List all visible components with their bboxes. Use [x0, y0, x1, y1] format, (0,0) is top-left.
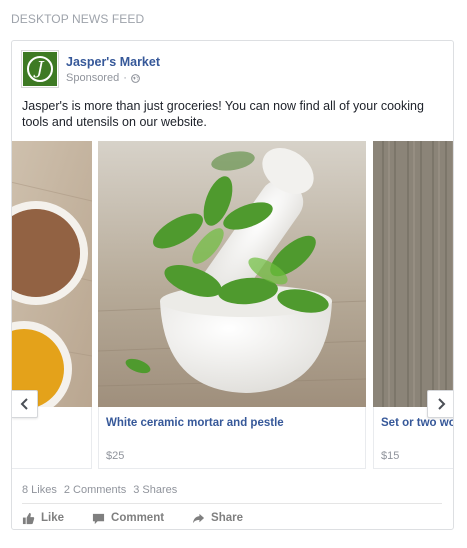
post-text: Jasper's is more than just groceries! Yo…	[22, 99, 424, 129]
share-arrow-icon	[192, 513, 205, 523]
divider	[22, 503, 442, 504]
avatar-letter: J	[27, 56, 53, 82]
thumbs-up-icon	[22, 512, 35, 524]
carousel-card-price: $25	[106, 450, 125, 462]
carousel-card-title[interactable]: Set or two wo	[381, 417, 453, 429]
page-avatar[interactable]: J	[22, 51, 58, 87]
meta-separator: ·	[123, 72, 127, 84]
share-button[interactable]: Share	[192, 510, 243, 526]
page-name-link[interactable]: Jasper's Market	[66, 55, 160, 69]
comment-icon	[92, 513, 105, 524]
carousel-card-title[interactable]: White ceramic mortar and pestle	[106, 417, 284, 429]
comment-label: Comment	[111, 512, 165, 524]
like-label: Like	[41, 512, 65, 524]
carousel-next-button[interactable]	[427, 390, 453, 418]
shares-count[interactable]: 3 Shares	[133, 484, 177, 496]
comment-button[interactable]: Comment	[92, 510, 164, 526]
carousel-card-previous[interactable]	[12, 141, 92, 469]
post-meta: Sponsored ·	[66, 72, 140, 84]
share-label: Share	[211, 512, 244, 524]
chevron-left-icon	[20, 398, 28, 410]
product-carousel[interactable]: White ceramic mortar and pestle $25 Set …	[12, 141, 453, 469]
carousel-card-mortar-pestle[interactable]: White ceramic mortar and pestle $25	[98, 141, 366, 469]
mortar-pestle-image[interactable]	[98, 141, 366, 407]
comments-count[interactable]: 2 Comments	[64, 484, 126, 496]
carousel-card-next[interactable]: Set or two wo $15	[373, 141, 453, 469]
sponsored-label[interactable]: Sponsored	[66, 72, 119, 84]
like-button[interactable]: Like	[22, 510, 64, 526]
carousel-card-footer: White ceramic mortar and pestle $25	[98, 407, 366, 469]
carousel-card-price: $15	[381, 450, 400, 462]
chevron-right-icon	[437, 398, 445, 410]
globe-icon	[130, 73, 140, 83]
wooden-boards-image[interactable]	[373, 141, 453, 407]
likes-count[interactable]: 8 Likes	[22, 484, 57, 496]
news-feed-post: J Jasper's Market Sponsored · Jasper's i…	[11, 40, 454, 530]
post-stats: 8 Likes 2 Comments 3 Shares	[22, 484, 177, 496]
section-label: DESKTOP NEWS FEED	[11, 12, 145, 26]
carousel-prev-button[interactable]	[12, 390, 38, 418]
spice-bowls-image[interactable]	[12, 141, 92, 407]
post-actions: Like Comment Share	[22, 510, 271, 526]
